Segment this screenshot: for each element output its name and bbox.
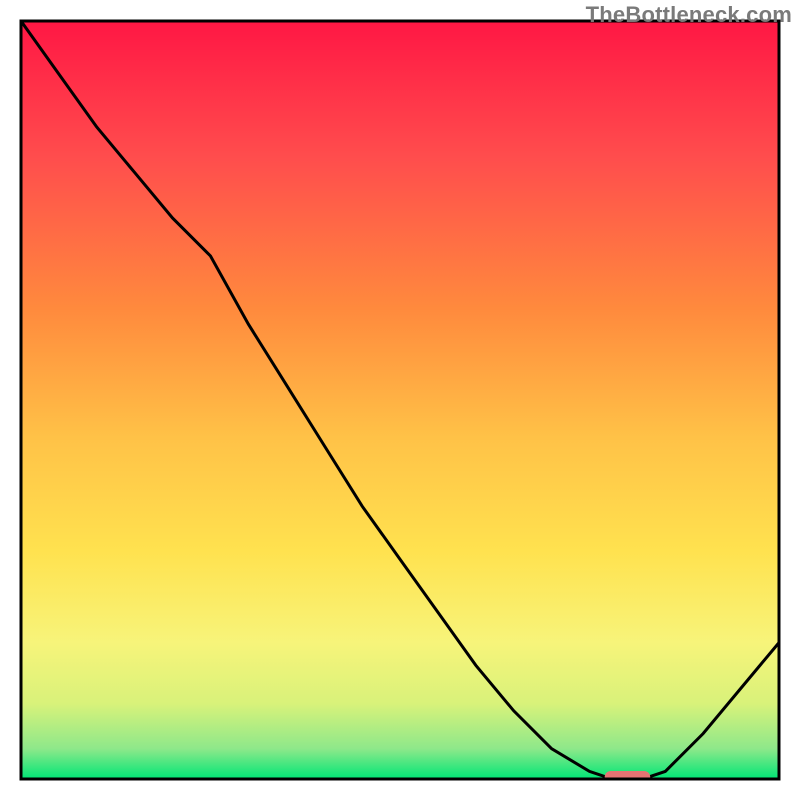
chart-container: TheBottleneck.com xyxy=(0,0,800,800)
chart-background-gradient xyxy=(21,21,779,779)
bottleneck-chart-svg xyxy=(0,0,800,800)
watermark-text: TheBottleneck.com xyxy=(586,2,792,28)
optimal-zone-marker xyxy=(605,771,651,783)
